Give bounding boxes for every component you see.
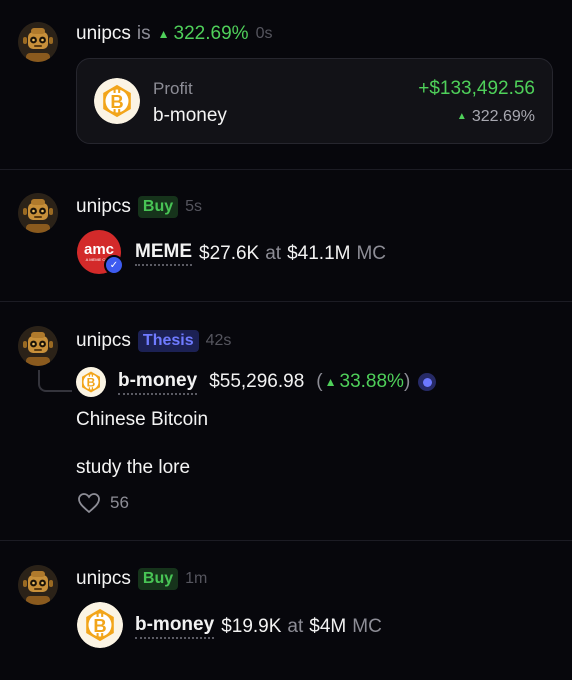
token-link[interactable]: b-money	[118, 370, 198, 395]
market-cap-value: $41.1M	[287, 242, 351, 264]
like-count: 56	[110, 493, 129, 512]
market-cap-value: $4M	[309, 615, 347, 637]
username[interactable]: unipcs	[76, 568, 131, 590]
paren-close: )	[403, 371, 411, 392]
username[interactable]: unipcs	[76, 196, 131, 218]
robot-avatar-icon	[18, 326, 58, 366]
avatar[interactable]	[18, 22, 58, 62]
mc-label: MC	[356, 242, 387, 264]
thesis-badge: Thesis	[137, 330, 199, 352]
profit-amount: +$133,492.56	[418, 78, 535, 99]
heart-icon[interactable]	[77, 492, 101, 514]
token-link[interactable]: b-money	[135, 614, 215, 639]
profit-percent: ▲ 322.69%	[457, 108, 535, 126]
timestamp: 1m	[185, 570, 208, 587]
username[interactable]: unipcs	[76, 23, 131, 45]
arrow-up-icon: ▲	[157, 27, 170, 41]
arrow-up-icon: ▲	[456, 111, 467, 122]
robot-avatar-icon	[18, 193, 58, 233]
change-percent: 33.88%	[339, 371, 404, 392]
verified-icon: ✓	[104, 255, 124, 275]
timestamp: 42s	[205, 332, 232, 349]
token-price: $55,296.98	[209, 371, 305, 392]
username[interactable]: unipcs	[76, 330, 131, 352]
buy-amount: $19.9K	[221, 615, 282, 637]
token-link[interactable]: MEME	[135, 241, 192, 266]
profit-card[interactable]: Profit b-money +$133,492.56 ▲ 322.69%	[76, 58, 553, 144]
post-text-line: Chinese Bitcoin	[76, 409, 209, 430]
amc-logo-text: amc	[83, 240, 115, 258]
divider	[0, 540, 572, 541]
divider	[0, 301, 572, 302]
change-percent: 322.69%	[173, 23, 249, 44]
b-money-coin-icon	[77, 602, 123, 648]
b-money-coin-icon	[94, 78, 140, 124]
b-money-coin-icon	[76, 367, 106, 397]
avatar[interactable]	[18, 326, 58, 366]
at-label: at	[265, 242, 282, 264]
avatar[interactable]	[18, 565, 58, 605]
timestamp: 0s	[255, 25, 273, 42]
buy-badge: Buy	[137, 568, 179, 590]
card-token-name: b-money	[153, 105, 227, 126]
divider	[0, 169, 572, 170]
robot-avatar-icon	[18, 565, 58, 605]
robot-avatar-icon	[18, 22, 58, 62]
mc-label: MC	[352, 615, 382, 637]
card-label: Profit	[153, 79, 193, 98]
status-dot-icon	[418, 373, 437, 391]
arrow-up-icon: ▲	[324, 375, 337, 389]
paren-open: (	[316, 371, 323, 392]
post-text-line: study the lore	[76, 457, 191, 478]
buy-amount: $27.6K	[199, 242, 260, 264]
at-label: at	[287, 615, 304, 637]
meme-coin-logo: amc A MEME COIN ✓	[77, 230, 124, 276]
thread-connector	[38, 370, 72, 392]
verb-text: is	[136, 23, 151, 44]
avatar[interactable]	[18, 193, 58, 233]
buy-badge: Buy	[137, 196, 179, 218]
timestamp: 5s	[185, 198, 203, 215]
profit-percent-value: 322.69%	[471, 108, 535, 125]
